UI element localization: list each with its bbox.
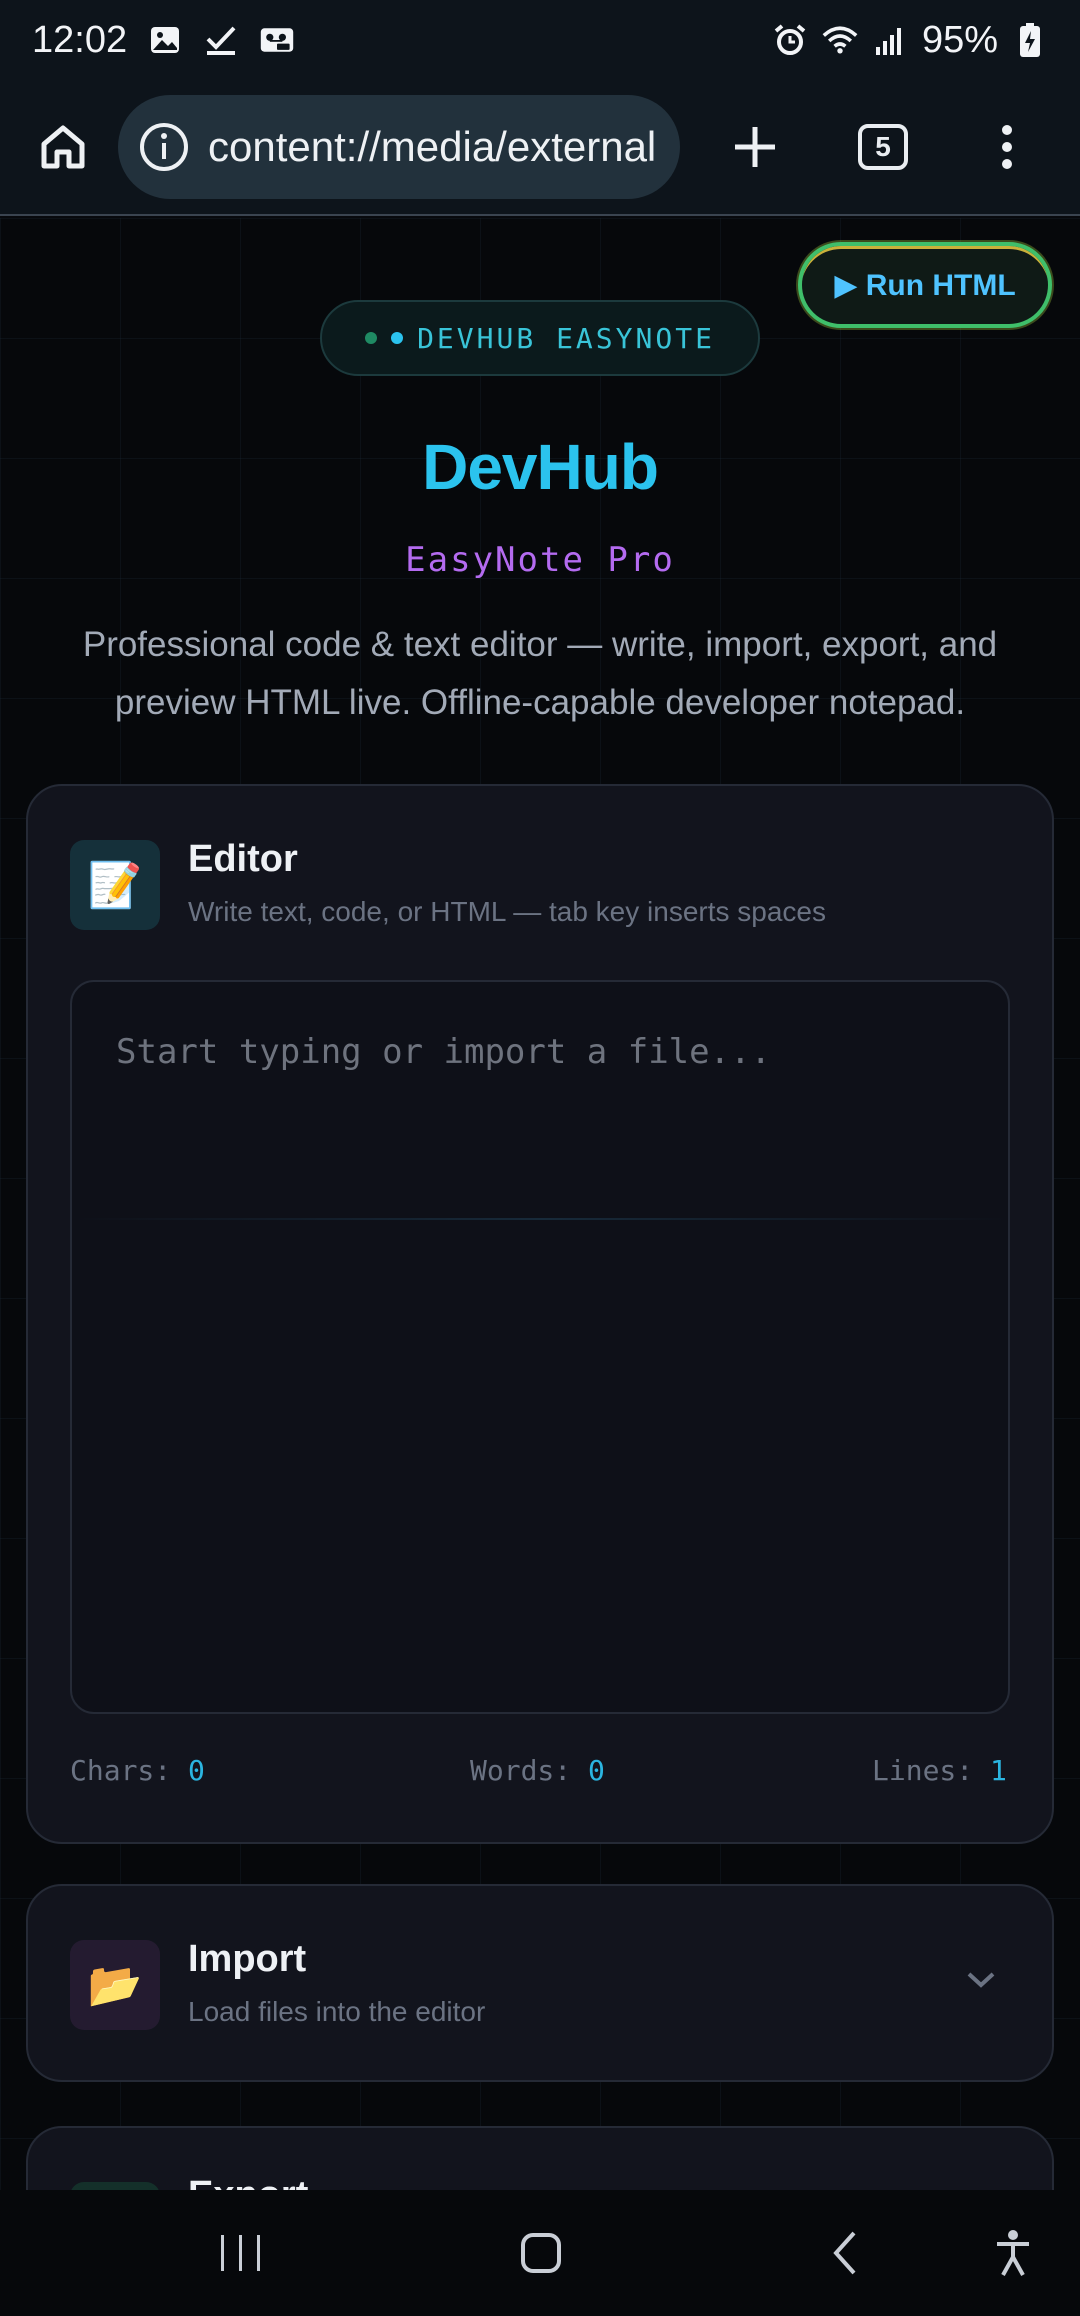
battery-icon [1012, 22, 1048, 58]
lines-stat: Lines: 1 [872, 1754, 1007, 1787]
editor-divider [72, 1218, 1008, 1220]
accessibility-icon [997, 2230, 1029, 2276]
status-dot-icon [365, 332, 378, 344]
tab-switcher-button[interactable]: 5 [846, 110, 920, 184]
chars-stat: Chars: 0 [70, 1754, 205, 1787]
words-stat: Words: 0 [470, 1754, 605, 1787]
editor-title: Editor [188, 838, 298, 880]
chevron-down-icon[interactable] [966, 1970, 996, 1990]
recents-icon [221, 2235, 260, 2271]
status-bar: 12:02 95% [0, 0, 1080, 80]
home-nav-button[interactable] [506, 2220, 576, 2286]
plus-icon [735, 127, 775, 167]
url-text: content://media/external [208, 123, 657, 170]
system-nav-bar [0, 2190, 1080, 2316]
editor-stats: Chars: 0 Words: 0 Lines: 1 [70, 1754, 1036, 1794]
battery-percentage: 95% [921, 18, 998, 61]
accessibility-button[interactable] [978, 2220, 1048, 2286]
back-chevron-icon [833, 2231, 856, 2275]
lines-value: 1 [990, 1754, 1007, 1787]
memo-icon: 📝 [70, 840, 160, 930]
menu-button[interactable] [970, 110, 1044, 184]
editor-card: 📝 Editor Write text, code, or HTML — tab… [26, 784, 1054, 1844]
tab-count: 5 [858, 124, 908, 170]
info-icon[interactable] [138, 121, 190, 173]
lines-label: Lines: [872, 1754, 974, 1787]
page-content: ▶ Run HTML DEVHUB EASYNOTE DevHub EasyNo… [0, 218, 1080, 2190]
new-tab-button[interactable] [718, 110, 792, 184]
words-value: 0 [588, 1754, 605, 1787]
alarm-icon [772, 22, 808, 58]
back-button[interactable] [810, 2220, 880, 2286]
import-title: Import [188, 1938, 307, 1980]
page-title: DevHub [422, 431, 659, 503]
status-time: 12:02 [32, 18, 128, 61]
page-subtitle: EasyNote Pro [405, 540, 675, 580]
folder-icon: 📂 [70, 1940, 160, 2030]
chars-label: Chars: [70, 1754, 172, 1787]
export-icon [70, 2182, 160, 2190]
editor-placeholder: Start typing or import a file... [116, 1032, 772, 1072]
recent-apps-button[interactable] [206, 2220, 276, 2286]
import-subtitle: Load files into the editor [188, 1996, 486, 2027]
editor-subtitle: Write text, code, or HTML — tab key inse… [188, 896, 826, 927]
check-icon [203, 22, 239, 58]
chars-value: 0 [188, 1754, 205, 1787]
home-icon [41, 125, 85, 169]
import-card[interactable]: 📂 Import Load files into the editor [26, 1884, 1054, 2082]
page-description: Professional code & text editor — write,… [82, 625, 998, 722]
words-label: Words: [470, 1754, 572, 1787]
badge-label: DEVHUB EASYNOTE [417, 321, 715, 355]
run-html-button[interactable]: ▶ Run HTML [798, 242, 1052, 328]
image-icon [147, 22, 183, 58]
voicemail-icon [259, 22, 295, 58]
home-square-icon [521, 2233, 561, 2273]
browser-toolbar: content://media/external 5 [0, 80, 1080, 216]
status-dot-icon [391, 332, 404, 344]
signal-icon [872, 22, 908, 58]
wifi-icon [822, 22, 858, 58]
export-title: Export [188, 2174, 308, 2190]
address-bar[interactable]: content://media/external [118, 95, 680, 199]
export-card[interactable]: Export [26, 2126, 1054, 2190]
editor-textarea[interactable]: Start typing or import a file... [70, 980, 1010, 1714]
more-vert-icon [1002, 125, 1012, 169]
app-badge: DEVHUB EASYNOTE [320, 300, 760, 376]
home-button[interactable] [26, 110, 100, 184]
